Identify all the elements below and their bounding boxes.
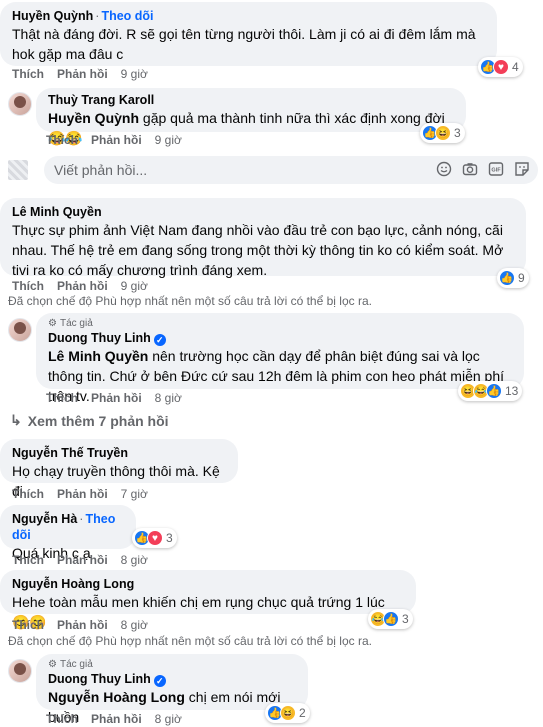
- timestamp[interactable]: 8 giờ: [121, 618, 148, 632]
- like-button[interactable]: Thích: [12, 618, 44, 632]
- reaction-summary[interactable]: 👍 ♥ 3: [132, 528, 177, 548]
- like-button[interactable]: Thích: [12, 487, 44, 501]
- reply-button[interactable]: Phản hồi: [57, 553, 108, 567]
- comment-author[interactable]: Thuỳ Trang Karoll: [48, 92, 454, 108]
- verified-badge-icon: ✓: [153, 334, 166, 346]
- reaction-count: 2: [299, 706, 306, 720]
- comment-text: Hehe toàn mẫu men khiến chị em rụng chục…: [12, 594, 385, 610]
- timestamp[interactable]: 8 giờ: [121, 553, 148, 567]
- author-badge-icon: ⚙: [48, 318, 57, 329]
- see-more-replies[interactable]: ↳ Xem thêm 7 phản hồi: [10, 412, 169, 429]
- reaction-summary[interactable]: 😆 😂 👍 13: [458, 381, 523, 401]
- love-reaction-icon: ♥: [493, 59, 509, 75]
- comment-text: Thực sự phim ảnh Việt Nam đang nhồi vào …: [12, 222, 504, 278]
- haha-reaction-icon: 😆: [280, 705, 296, 721]
- author-badge: ⚙ Tác giả: [48, 318, 93, 329]
- reaction-count: 3: [454, 126, 461, 140]
- comment-author[interactable]: Duong Thuy Linh: [48, 672, 151, 686]
- reply-button[interactable]: Phản hồi: [57, 618, 108, 632]
- comment-actions: Thích Phản hồi 7 giờ: [12, 487, 148, 501]
- comment-author[interactable]: Lê Minh Quyền: [12, 204, 514, 220]
- sticker-icon[interactable]: [514, 161, 530, 177]
- comment-actions: Thích Phản hồi 8 giờ: [46, 712, 182, 726]
- svg-text:GIF: GIF: [491, 168, 501, 174]
- timestamp[interactable]: 9 giờ: [121, 279, 148, 293]
- comment-author[interactable]: Nguyễn Hà: [12, 512, 77, 526]
- reaction-count: 3: [166, 531, 173, 545]
- comment-bubble: ⚙ Tác giả Duong Thuy Linh ✓ Nguyễn Hoàng L…: [36, 654, 308, 725]
- like-button[interactable]: Thích: [46, 712, 78, 726]
- comment-actions: Thích Phản hồi 8 giờ: [46, 391, 182, 405]
- reaction-count: 13: [505, 384, 519, 398]
- gif-icon[interactable]: GIF: [488, 161, 504, 177]
- comment-author[interactable]: Nguyễn Thế Truyền: [12, 445, 226, 461]
- author-badge-icon: ⚙: [48, 659, 57, 670]
- haha-reaction-icon: 😆: [435, 125, 451, 141]
- like-reaction-icon: 👍: [486, 383, 502, 399]
- avatar[interactable]: [8, 659, 32, 683]
- reply-button[interactable]: Phản hồi: [57, 487, 108, 501]
- comment-bubble: Nguyễn Thế Truyền Họ chạy truyền thông t…: [0, 439, 238, 499]
- like-button[interactable]: Thích: [12, 553, 44, 567]
- comment-actions: Thích Phản hồi 8 giờ: [12, 553, 148, 567]
- mention-link[interactable]: Nguyễn Hoàng Long: [48, 689, 185, 705]
- reaction-summary[interactable]: 👍 ♥ 4: [478, 57, 523, 77]
- reaction-summary[interactable]: 👍 9: [497, 268, 529, 288]
- timestamp[interactable]: 9 giờ: [121, 67, 148, 81]
- smiley-icon[interactable]: [436, 161, 452, 177]
- reply-button[interactable]: Phản hồi: [57, 279, 108, 293]
- reaction-count: 9: [518, 271, 525, 285]
- reaction-summary[interactable]: 👍 😆 3: [420, 123, 465, 143]
- reply-button[interactable]: Phản hồi: [91, 712, 142, 726]
- love-reaction-icon: ♥: [147, 530, 163, 546]
- comment-actions: Thích Phản hồi 9 giờ: [12, 279, 148, 293]
- filter-note: Đã chọn chế độ Phù hợp nhất nên một số c…: [8, 294, 372, 308]
- comment-bubble: Lê Minh Quyền Thực sự phim ảnh Việt Nam …: [0, 198, 526, 278]
- verified-badge-icon: ✓: [153, 675, 166, 687]
- comment-author[interactable]: Duong Thuy Linh: [48, 331, 151, 345]
- like-button[interactable]: Thích: [12, 279, 44, 293]
- comment-bubble: Thuỳ Trang Karoll Huyền Quỳnh gặp quả ma…: [36, 88, 466, 146]
- comment-bubble: ⚙ Tác giả Duong Thuy Linh ✓ Lê Minh Quyền …: [36, 313, 524, 404]
- reply-arrow-icon: ↳: [10, 412, 22, 428]
- timestamp[interactable]: 9 giờ: [155, 133, 182, 147]
- like-reaction-icon: 👍: [383, 611, 399, 627]
- camera-icon[interactable]: [462, 161, 478, 177]
- reply-input[interactable]: Viết phản hồi... GIF: [44, 156, 538, 184]
- follow-link[interactable]: Theo dõi: [101, 9, 153, 23]
- comment-bubble: Huyền Quỳnh · Theo dõi Thật nà đáng đời. R…: [0, 2, 497, 66]
- like-button[interactable]: Thích: [12, 67, 44, 81]
- avatar[interactable]: [8, 92, 32, 116]
- comment-actions: Thích Phản hồi 9 giờ: [46, 133, 182, 147]
- like-button[interactable]: Thích: [46, 391, 78, 405]
- reply-button[interactable]: Phản hồi: [91, 133, 142, 147]
- reaction-summary[interactable]: 👍 😆 2: [265, 703, 310, 723]
- reaction-count: 4: [512, 60, 519, 74]
- timestamp[interactable]: 8 giờ: [155, 391, 182, 405]
- like-reaction-icon: 👍: [499, 270, 515, 286]
- comment-author[interactable]: Huyền Quỳnh: [12, 9, 93, 23]
- avatar[interactable]: [8, 318, 32, 342]
- reply-placeholder: Viết phản hồi...: [54, 162, 148, 178]
- reply-composer: Viết phản hồi... GIF: [8, 156, 538, 184]
- comment-text: gặp quả ma thành tinh nữa thì xác định x…: [139, 110, 445, 126]
- filter-note: Đã chọn chế độ Phù hợp nhất nên một số c…: [8, 634, 372, 648]
- mention-link[interactable]: Lê Minh Quyền: [48, 348, 148, 364]
- comment-author[interactable]: Nguyễn Hoàng Long: [12, 576, 404, 592]
- timestamp[interactable]: 7 giờ: [121, 487, 148, 501]
- reply-button[interactable]: Phản hồi: [57, 67, 108, 81]
- reaction-summary[interactable]: 😂 👍 3: [368, 609, 413, 629]
- avatar: [8, 160, 28, 180]
- comment-bubble: Nguyễn Hà · Theo dõi Quá kinh c ạ: [0, 505, 136, 561]
- like-button[interactable]: Thích: [46, 133, 78, 147]
- reply-button[interactable]: Phản hồi: [91, 391, 142, 405]
- timestamp[interactable]: 8 giờ: [155, 712, 182, 726]
- mention-link[interactable]: Huyền Quỳnh: [48, 110, 139, 126]
- comment-actions: Thích Phản hồi 9 giờ: [12, 67, 148, 81]
- author-badge: ⚙ Tác giả: [48, 659, 93, 670]
- comment-text: Thật nà đáng đời. R sẽ gọi tên từng ngườ…: [12, 26, 476, 62]
- reaction-count: 3: [402, 612, 409, 626]
- comment-actions: Thích Phản hồi 8 giờ: [12, 618, 148, 632]
- comment-bubble: Nguyễn Hoàng Long Hehe toàn mẫu men khiế…: [0, 570, 416, 630]
